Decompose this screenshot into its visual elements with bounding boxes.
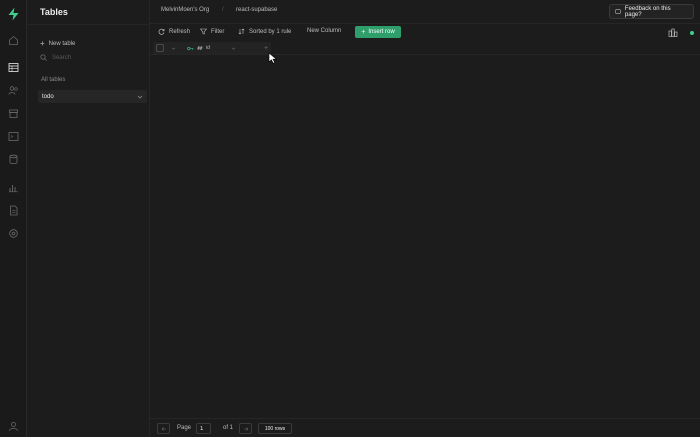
breadcrumb-separator: / — [222, 7, 224, 13]
feedback-label: Feedback on this page? — [624, 5, 671, 18]
search-icon — [40, 54, 47, 61]
filter-button[interactable]: Filter — [200, 28, 224, 35]
pagination-footer: Page of 1 100 rows — [150, 418, 700, 437]
refresh-icon — [158, 28, 165, 35]
previous-page-button[interactable] — [157, 423, 170, 434]
new-table-button[interactable]: + New table — [40, 40, 75, 48]
user-icon[interactable] — [8, 421, 19, 432]
database-icon[interactable] — [8, 154, 19, 165]
definition-view-icon[interactable] — [668, 28, 678, 37]
plus-icon: + — [361, 28, 366, 36]
new-table-label: New table — [48, 41, 76, 47]
number-type-icon — [197, 45, 203, 51]
refresh-label: Refresh — [169, 28, 191, 35]
tables-sidebar: Tables + New table Search All tables tod… — [27, 0, 150, 437]
connection-status-icon — [690, 31, 694, 35]
panel-title: Tables — [40, 7, 68, 17]
home-icon[interactable] — [8, 35, 19, 46]
left-nav-rail — [0, 0, 27, 437]
supabase-logo-icon[interactable] — [7, 7, 20, 21]
checkbox-box[interactable] — [156, 44, 164, 52]
arrow-left-icon — [161, 426, 166, 431]
column-header-id[interactable]: id — [187, 41, 210, 55]
top-bar: MelvinMoen's Org / react-supabase Feedba… — [150, 0, 700, 24]
sort-icon — [238, 28, 245, 35]
page-number-input[interactable] — [196, 423, 211, 434]
next-page-button[interactable] — [239, 423, 252, 434]
table-toolbar: Refresh Filter Sorted by 1 rule New Colu… — [150, 24, 700, 41]
new-column-label: New Column — [307, 28, 342, 34]
search-input[interactable]: Search — [40, 54, 71, 61]
key-icon — [187, 46, 194, 50]
chat-bubble-icon — [615, 8, 621, 14]
select-all-checkbox[interactable] — [156, 41, 164, 55]
chevron-down-icon[interactable] — [137, 94, 143, 100]
table-item-todo[interactable]: todo — [38, 90, 147, 103]
new-column-button[interactable]: New Column — [307, 28, 341, 34]
breadcrumb-project[interactable]: react-supabase — [236, 7, 277, 13]
page-total: of 1 — [223, 425, 234, 431]
settings-icon[interactable] — [8, 228, 19, 239]
breadcrumb-org[interactable]: MelvinMoen's Org — [161, 7, 209, 13]
refresh-button[interactable]: Refresh — [158, 28, 190, 35]
plus-icon: + — [264, 44, 269, 52]
reports-icon[interactable] — [8, 182, 19, 193]
table-editor-icon[interactable] — [8, 62, 19, 73]
filter-icon — [200, 28, 207, 35]
select-all-dropdown[interactable] — [171, 41, 176, 55]
filter-label: Filter — [211, 28, 225, 35]
insert-row-label: Insert row — [368, 29, 395, 35]
api-docs-icon[interactable] — [8, 205, 19, 216]
feedback-button[interactable]: Feedback on this page? — [609, 4, 694, 19]
sql-editor-icon[interactable] — [8, 131, 19, 142]
storage-icon[interactable] — [8, 108, 19, 119]
column-name: id — [206, 45, 210, 51]
insert-row-button[interactable]: + Insert row — [355, 26, 401, 38]
chevron-down-icon[interactable] — [171, 46, 176, 51]
sort-label: Sorted by 1 rule — [249, 28, 292, 35]
rows-per-page-select[interactable]: 100 rows — [258, 423, 292, 434]
search-placeholder: Search — [52, 54, 72, 61]
table-item-label: todo — [42, 93, 54, 100]
data-grid[interactable] — [150, 55, 700, 418]
grid-header-row: id + — [150, 41, 700, 55]
column-menu-button[interactable] — [231, 41, 236, 55]
mouse-cursor-icon — [268, 52, 278, 64]
plus-icon: + — [40, 39, 45, 48]
section-label-all-tables: All tables — [41, 77, 66, 83]
sort-button[interactable]: Sorted by 1 rule — [238, 28, 291, 35]
chevron-down-icon[interactable] — [231, 46, 236, 51]
arrow-right-icon — [243, 426, 248, 431]
divider — [27, 24, 150, 25]
auth-icon[interactable] — [8, 85, 19, 96]
page-label: Page — [177, 425, 192, 431]
